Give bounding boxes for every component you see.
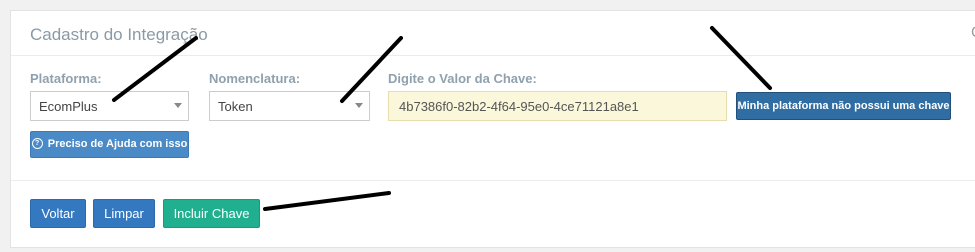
- integration-panel: Cadastro do Integração C Plataforma: Eco…: [10, 10, 975, 248]
- footer-divider: [11, 180, 975, 181]
- platform-select[interactable]: EcomPlus: [30, 91, 189, 121]
- caret-down-icon: [355, 103, 363, 108]
- question-circle-icon: ?: [31, 137, 43, 149]
- help-button-label: Preciso de Ajuda com isso: [47, 138, 188, 150]
- back-button[interactable]: Voltar: [30, 199, 86, 228]
- caret-down-icon: [174, 103, 182, 108]
- naming-select-value: Token: [218, 99, 253, 114]
- naming-select[interactable]: Token: [209, 91, 370, 121]
- naming-label: Nomenclatura:: [209, 71, 301, 86]
- help-button[interactable]: ? Preciso de Ajuda com isso: [30, 131, 189, 158]
- include-key-button[interactable]: Incluir Chave: [163, 199, 260, 228]
- clear-button[interactable]: Limpar: [93, 199, 155, 228]
- panel-title: Cadastro do Integração: [30, 25, 208, 44]
- page: Cadastro do Integração C Plataforma: Eco…: [0, 0, 975, 252]
- key-label: Digite o Valor da Chave:: [388, 71, 537, 86]
- close-icon[interactable]: C: [971, 25, 975, 41]
- platform-label: Plataforma:: [30, 71, 102, 86]
- no-key-button[interactable]: Minha plataforma não possui uma chave: [736, 92, 951, 120]
- key-input[interactable]: 4b7386f0-82b2-4f64-95e0-4ce71121a8e1: [388, 91, 727, 121]
- header-divider: [11, 55, 975, 56]
- platform-select-value: EcomPlus: [39, 99, 98, 114]
